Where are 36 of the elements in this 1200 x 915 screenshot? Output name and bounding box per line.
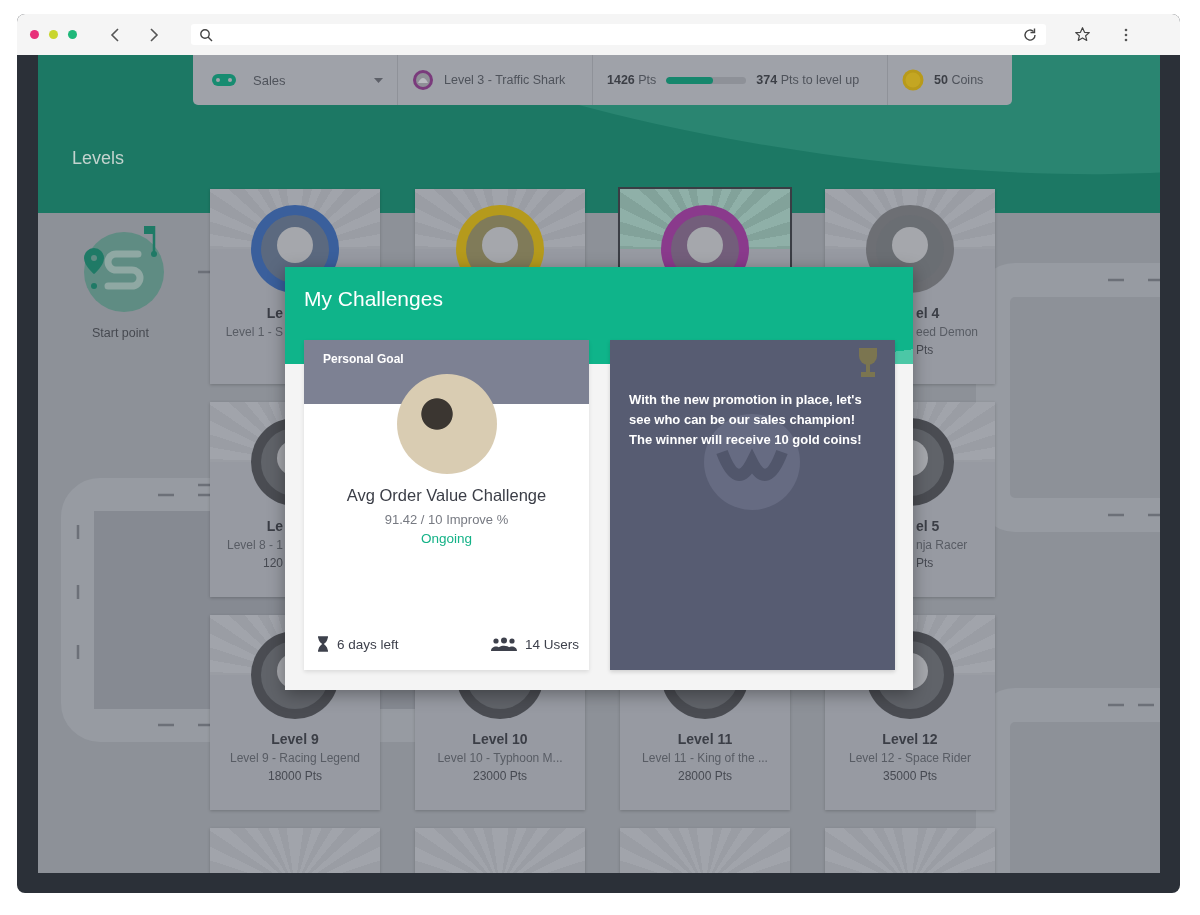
challenge-status: Ongoing bbox=[420, 531, 472, 546]
current-level: Level 3 - Traffic Shark bbox=[444, 73, 566, 87]
level-name: Level 11 - King of the ... bbox=[641, 750, 769, 767]
level-name: eed Demon bbox=[916, 324, 980, 341]
points-total: 1426 Pts bbox=[607, 73, 657, 87]
level-points: 120 bbox=[261, 555, 283, 572]
user-count: 14 Users bbox=[524, 636, 579, 652]
level-name: Level 9 - Racing Legend bbox=[228, 750, 362, 767]
level-name: nja Racer bbox=[916, 537, 969, 554]
level-points: Pts bbox=[916, 342, 935, 359]
dialog-title: My Challenges bbox=[303, 286, 444, 311]
level-points: 35000 Pts bbox=[881, 768, 938, 785]
level-title: Level 12 bbox=[881, 730, 939, 749]
start-point-label: Start point bbox=[92, 326, 149, 340]
level-points: 23000 Pts bbox=[471, 768, 528, 785]
level-title: Le bbox=[265, 517, 283, 536]
level-name: Level 8 - 1 bbox=[225, 537, 283, 554]
level-title: Level 10 bbox=[471, 730, 529, 749]
level-title: Level 9 bbox=[270, 730, 320, 749]
level-points: 28000 Pts bbox=[676, 768, 733, 785]
level-title: Le bbox=[265, 304, 283, 323]
level-name: Level 1 - S bbox=[224, 324, 283, 341]
level-title: el 5 bbox=[916, 517, 941, 536]
level-points: Pts bbox=[916, 555, 935, 572]
level-title: el 4 bbox=[916, 304, 941, 323]
challenge-score: 91.42 / 10 Improve % bbox=[384, 512, 509, 527]
level-points: 18000 Pts bbox=[266, 768, 323, 785]
challenge-description: With the new promotion in place, let's see who can be our sales champion! The winner will receive 10 gold coins! bbox=[628, 391, 863, 449]
page-title: Levels bbox=[72, 148, 126, 170]
coins-count: 50 Coins bbox=[934, 73, 984, 87]
challenge-title: Avg Order Value Challenge bbox=[346, 486, 547, 505]
level-title: Level 11 bbox=[676, 730, 734, 749]
level-name: Level 12 - Space Rider bbox=[847, 750, 973, 767]
challenge-category: Personal Goal bbox=[323, 352, 404, 366]
points-to-level-up: 374 Pts to level up bbox=[756, 73, 860, 87]
level-name: Level 10 - Typhoon M... bbox=[436, 750, 564, 767]
